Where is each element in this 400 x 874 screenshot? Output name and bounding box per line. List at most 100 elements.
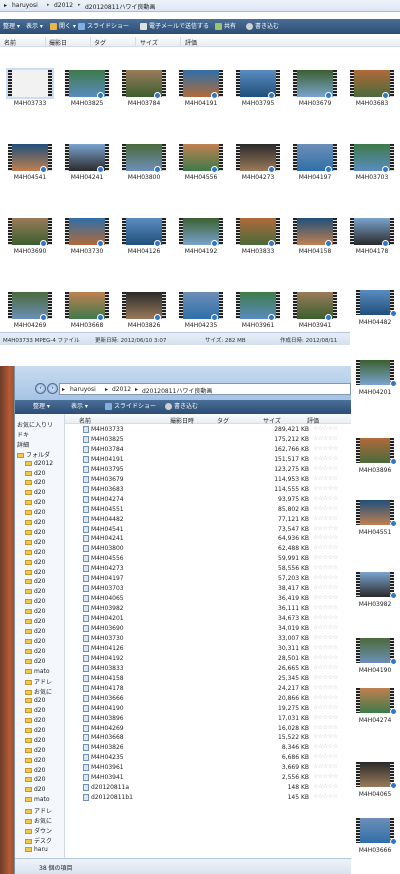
nav-pane-item[interactable]: ダウン	[25, 826, 52, 835]
file-row[interactable]: M4H04126 30,311 KB ☆☆☆☆☆	[65, 644, 351, 654]
nav-pane-item[interactable]: ドキ	[17, 430, 29, 439]
rating-stars[interactable]: ☆☆☆☆☆	[313, 604, 338, 611]
file-row[interactable]: M4H03784 162,766 KB ☆☆☆☆☆	[65, 445, 351, 455]
rating-stars[interactable]: ☆☆☆☆☆	[313, 773, 338, 780]
col-tags[interactable]: タグ	[94, 38, 106, 47]
col-size[interactable]: サイズ	[140, 38, 158, 47]
rating-stars[interactable]: ☆☆☆☆☆	[313, 495, 338, 502]
file-row[interactable]: d20120811b1 145 KB ☆☆☆☆☆	[65, 793, 351, 803]
breadcrumb-item[interactable]: d20120811ハワイ良動画	[85, 2, 155, 11]
rating-stars[interactable]: ☆☆☆☆☆	[313, 634, 338, 641]
file-row[interactable]: M4H04158 25,345 KB ☆☆☆☆☆	[65, 674, 351, 684]
view-button[interactable]: 表示 ▾	[71, 402, 88, 411]
nav-pane-item[interactable]: d20	[25, 658, 45, 665]
rating-stars[interactable]: ☆☆☆☆☆	[313, 425, 338, 432]
file-row[interactable]: M4H03800 62,488 KB ☆☆☆☆☆	[65, 544, 351, 554]
file-row[interactable]: M4H03795 123,275 KB ☆☆☆☆☆	[65, 465, 351, 475]
rating-stars[interactable]: ☆☆☆☆☆	[313, 783, 338, 790]
rating-stars[interactable]: ☆☆☆☆☆	[313, 674, 338, 681]
nav-pane-item[interactable]: d20	[25, 717, 45, 724]
file-row[interactable]: M4H04482 77,121 KB ☆☆☆☆☆	[65, 515, 351, 525]
breadcrumb-item[interactable]: haruyosi	[70, 386, 96, 393]
col-rating[interactable]: 評価	[307, 416, 319, 425]
organize-button[interactable]: 整理 ▾	[3, 22, 20, 31]
rating-stars[interactable]: ☆☆☆☆☆	[313, 694, 338, 701]
rating-stars[interactable]: ☆☆☆☆☆	[313, 465, 338, 472]
breadcrumb-item[interactable]: d2012	[112, 386, 131, 393]
rating-stars[interactable]: ☆☆☆☆☆	[313, 793, 338, 800]
breadcrumb-item[interactable]: haruyosi	[12, 2, 38, 9]
nav-pane-item[interactable]: お気に	[25, 687, 52, 696]
nav-pane-item[interactable]: アドレ	[25, 677, 52, 686]
nav-pane-item[interactable]: d20	[25, 628, 45, 635]
slideshow-button[interactable]: スライドショー	[105, 402, 156, 411]
nav-pane-item[interactable]: d20	[25, 559, 45, 566]
rating-stars[interactable]: ☆☆☆☆☆	[313, 445, 338, 452]
file-row[interactable]: M4H04191 151,517 KB ☆☆☆☆☆	[65, 455, 351, 465]
view-button[interactable]: 表示 ▾	[26, 22, 43, 31]
file-row[interactable]: M4H03666 20,866 KB ☆☆☆☆☆	[65, 694, 351, 704]
nav-pane-item[interactable]: d20	[25, 727, 45, 734]
nav-pane-item[interactable]: d20	[25, 569, 45, 576]
nav-pane-item[interactable]: アドレ	[25, 806, 52, 815]
share-button[interactable]: 共有	[215, 22, 236, 31]
file-row[interactable]: M4H04178 24,217 KB ☆☆☆☆☆	[65, 684, 351, 694]
file-row[interactable]: M4H03825 175,212 KB ☆☆☆☆☆	[65, 435, 351, 445]
rating-stars[interactable]: ☆☆☆☆☆	[313, 475, 338, 482]
file-row[interactable]: M4H04273 58,556 KB ☆☆☆☆☆	[65, 564, 351, 574]
file-row[interactable]: M4H04241 64,936 KB ☆☆☆☆☆	[65, 534, 351, 544]
file-row[interactable]: M4H03961 3,669 KB ☆☆☆☆☆	[65, 763, 351, 773]
rating-stars[interactable]: ☆☆☆☆☆	[313, 525, 338, 532]
file-row[interactable]: M4H04065 36,419 KB ☆☆☆☆☆	[65, 594, 351, 604]
file-row[interactable]: M4H04551 85,802 KB ☆☆☆☆☆	[65, 505, 351, 515]
rating-stars[interactable]: ☆☆☆☆☆	[313, 753, 338, 760]
slideshow-button[interactable]: スライドショー	[78, 22, 129, 31]
rating-stars[interactable]: ☆☆☆☆☆	[313, 644, 338, 651]
rating-stars[interactable]: ☆☆☆☆☆	[313, 584, 338, 591]
nav-pane-item[interactable]: d2012	[25, 460, 53, 467]
nav-pane-item[interactable]: d20	[25, 608, 45, 615]
nav-pane-item[interactable]: d20	[25, 598, 45, 605]
nav-pane-item[interactable]: お気に入りリ	[17, 420, 53, 429]
file-row[interactable]: M4H03982 36,111 KB ☆☆☆☆☆	[65, 604, 351, 614]
rating-stars[interactable]: ☆☆☆☆☆	[313, 654, 338, 661]
file-row[interactable]: M4H03833 26,665 KB ☆☆☆☆☆	[65, 664, 351, 674]
rating-stars[interactable]: ☆☆☆☆☆	[313, 455, 338, 462]
col-name[interactable]: 名前	[79, 416, 91, 425]
file-row[interactable]: M4H04235 6,686 KB ☆☆☆☆☆	[65, 753, 351, 763]
nav-pane-item[interactable]: d20	[25, 489, 45, 496]
file-row[interactable]: M4H04197 57,203 KB ☆☆☆☆☆	[65, 574, 351, 584]
nav-pane-item[interactable]: フォルダ	[17, 450, 50, 459]
nav-pane-item[interactable]: d20	[25, 479, 45, 486]
file-row[interactable]: M4H03703 38,417 KB ☆☆☆☆☆	[65, 584, 351, 594]
nav-pane-item[interactable]: d20	[25, 757, 45, 764]
nav-pane-item[interactable]: d20	[25, 786, 45, 793]
rating-stars[interactable]: ☆☆☆☆☆	[313, 624, 338, 631]
breadcrumb-item[interactable]: d20120811ハワイ良動画	[142, 386, 212, 395]
col-size[interactable]: サイズ	[263, 416, 281, 425]
file-row[interactable]: M4H03679 114,953 KB ☆☆☆☆☆	[65, 475, 351, 485]
rating-stars[interactable]: ☆☆☆☆☆	[313, 714, 338, 721]
nav-pane-item[interactable]: d20	[25, 707, 45, 714]
file-row[interactable]: M4H04541 73,547 KB ☆☆☆☆☆	[65, 525, 351, 535]
nav-pane-item[interactable]: デスク	[25, 836, 52, 845]
nav-pane-item[interactable]: 詳細	[17, 440, 29, 449]
nav-pane-item[interactable]: d20	[25, 539, 45, 546]
rating-stars[interactable]: ☆☆☆☆☆	[313, 594, 338, 601]
rating-stars[interactable]: ☆☆☆☆☆	[313, 515, 338, 522]
nav-pane-item[interactable]: d20	[25, 638, 45, 645]
file-row[interactable]: M4H04192 28,501 KB ☆☆☆☆☆	[65, 654, 351, 664]
organize-button[interactable]: 整理 ▾	[33, 402, 50, 411]
email-button[interactable]: 電子メールで送信する	[140, 22, 209, 31]
open-button[interactable]: 開く ▾	[50, 22, 76, 31]
nav-pane-item[interactable]: d20	[25, 767, 45, 774]
rating-stars[interactable]: ☆☆☆☆☆	[313, 664, 338, 671]
nav-pane-item[interactable]: d20	[25, 737, 45, 744]
file-row[interactable]: M4H04190 19,275 KB ☆☆☆☆☆	[65, 704, 351, 714]
col-date[interactable]: 撮影日	[49, 38, 67, 47]
rating-stars[interactable]: ☆☆☆☆☆	[313, 733, 338, 740]
nav-pane-item[interactable]: お気に	[25, 816, 52, 825]
rating-stars[interactable]: ☆☆☆☆☆	[313, 704, 338, 711]
rating-stars[interactable]: ☆☆☆☆☆	[313, 505, 338, 512]
rating-stars[interactable]: ☆☆☆☆☆	[313, 554, 338, 561]
